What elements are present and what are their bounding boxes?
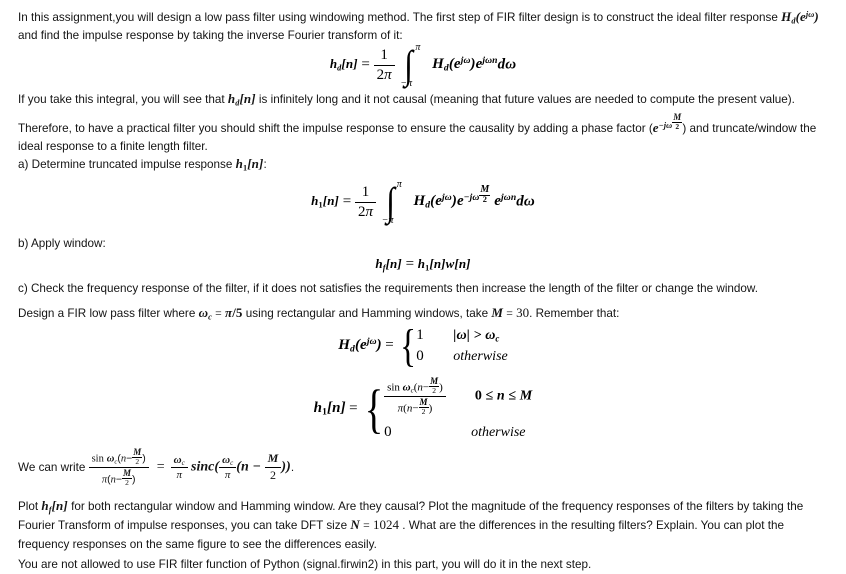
sinc-argument: (n −: [236, 459, 265, 475]
symbol-phase-factor: e−jω M 2: [652, 112, 683, 135]
plot-paragraph: Plot hf[n] for both rectangular window a…: [18, 497, 832, 554]
eq-hd-domega: dω: [497, 56, 517, 73]
eq-h1cases-equals: =: [349, 400, 358, 417]
design-text3: . Remember that:: [529, 307, 620, 320]
intro-text-part2: and find the impulse response by taking …: [18, 29, 403, 43]
part-a-text: a) Determine truncated impulse response: [18, 158, 236, 171]
case-condition-otherwise: otherwise: [471, 424, 526, 440]
eq-h1-fraction: 1 2π: [354, 184, 376, 221]
eq-hf-lhs: hf[n]: [375, 256, 402, 273]
eq-hf-equals: =: [405, 256, 415, 272]
left-brace: {: [400, 320, 417, 372]
case-value-1: 1: [416, 327, 424, 343]
design-equals: =: [215, 307, 222, 320]
case-value-0: 0: [384, 423, 392, 440]
eq-h1cases-brace-group: { sin ωc(n− M 2) π(n− M 2) 0 ≤ n ≤ M 0 other…: [361, 376, 533, 441]
equation-Hd-cases: Hd(ejω) = { 1 |ω| > ωc 0 otherwise: [0, 320, 846, 372]
value-N: 1024: [372, 517, 399, 533]
eq-h1-domega: dω: [516, 193, 535, 210]
intro-paragraph: In this assignment,you will design a low…: [18, 8, 832, 46]
intro-text-part1: In this assignment,you will design a low…: [18, 11, 782, 24]
we-can-write-text: We can write: [18, 460, 89, 474]
part-b-text: b) Apply window:: [18, 237, 106, 250]
sinc-fraction: sin ωc(n− M 2) π(n− M 2): [384, 376, 446, 416]
case-row-2: 0 otherwise: [384, 424, 532, 441]
case-value-0: 0: [416, 348, 424, 364]
equation-hd: hd[n] = 1 2π ∫ π −π Hd(ejω)ejωndω: [0, 42, 846, 89]
eq-hd-equals: =: [361, 56, 370, 73]
eq-hd-integral: ∫ π −π: [400, 42, 421, 89]
integral-upper-limit: π: [396, 179, 402, 190]
case-range-condition: 0 ≤ n ≤ M: [474, 388, 533, 404]
case-condition-1: |ω| > ωc: [453, 328, 500, 344]
case-condition-otherwise: otherwise: [453, 349, 508, 364]
eq-h1-integral: ∫ π −π: [381, 179, 402, 226]
sinc-fraction-lhs: sin ωc(n− M 2) π(n− M 2): [88, 447, 149, 487]
symbol-M: M: [491, 305, 503, 320]
part-b-paragraph: b) Apply window:: [18, 235, 832, 253]
design-equals2: =: [506, 307, 513, 320]
symbol-omega-c: ωc: [198, 305, 212, 322]
we-can-write-period: .: [290, 460, 295, 474]
integral-note-paragraph: If you take this integral, you will see …: [18, 90, 832, 109]
value-cutoff: π/5: [224, 305, 243, 320]
symbol-h1-n: h1[n]: [235, 156, 264, 173]
omega-over-pi: ωc π: [170, 454, 188, 482]
part-a-colon: :: [263, 158, 267, 171]
value-M: 30: [516, 305, 530, 320]
sinc-equals: =: [156, 459, 165, 475]
case-row-2: 0 otherwise: [416, 348, 507, 365]
eq-hd-lhs: hd[n]: [329, 56, 358, 73]
sinc-label: sinc: [191, 459, 215, 475]
integral-lower-limit: −π: [381, 215, 394, 226]
integral-note-text2: is infinitely long and it not causal (me…: [255, 93, 795, 106]
equation-hf: hf[n] = h1[n]w[n]: [0, 256, 846, 273]
integral-lower-limit: −π: [400, 78, 413, 89]
plot-equals: =: [363, 519, 370, 533]
equation-h1-cases: h1[n] = { sin ωc(n− M 2) π(n− M 2) 0 ≤ n ≤ M…: [0, 376, 846, 441]
causality-paragraph: Therefore, to have a practical filter yo…: [18, 112, 832, 157]
M-over-2: M 2: [264, 452, 282, 482]
sin-label: sin: [387, 381, 400, 394]
plot-text1: Plot: [18, 500, 42, 513]
part-a-paragraph: a) Determine truncated impulse response …: [18, 155, 832, 174]
causality-text1: Therefore, to have a practical filter yo…: [18, 121, 653, 135]
eq-hf-rhs: h1[n]w[n]: [417, 256, 471, 273]
eq-hd-integrand: Hd(ejω)ejωn: [432, 55, 498, 75]
eq-h1-integrand: Hd(ejω)e−jω M 2 ejωn: [413, 184, 517, 212]
symbol-hd-n: hd[n]: [227, 91, 256, 108]
eq-h1-lhs: h1[n]: [311, 193, 339, 210]
restriction-text: You are not allowed to use FIR filter fu…: [18, 558, 592, 571]
omega-over-pi-2: ωc π: [219, 454, 237, 482]
integral-note-text1: If you take this integral, you will see …: [18, 93, 228, 106]
we-can-write-paragraph: We can write sin ωc(n− M 2) π(n− M 2) = ωc π…: [18, 447, 832, 487]
sin-label: sin: [91, 453, 104, 465]
part-c-text: c) Check the frequency response of the f…: [18, 282, 758, 295]
assignment-document: In this assignment,you will design a low…: [0, 0, 846, 573]
symbol-Hd-ejw: Hd(ejω): [781, 9, 819, 26]
part-c-paragraph: c) Check the frequency response of the f…: [18, 280, 832, 298]
symbol-N: N: [350, 517, 360, 533]
design-paragraph: Design a FIR low pass filter where ωc = …: [18, 304, 832, 323]
eq-Hdcases-equals: =: [385, 337, 394, 354]
eq-Hdcases-lhs: Hd(ejω): [338, 336, 382, 355]
left-brace: {: [364, 378, 384, 439]
equation-h1: h1[n] = 1 2π ∫ π −π Hd(ejω)e−jω M 2 ejωndω: [0, 179, 846, 226]
case-row-1: sin ωc(n− M 2) π(n− M 2) 0 ≤ n ≤ M: [384, 376, 533, 416]
eq-h1cases-lhs: h1[n]: [313, 400, 346, 419]
integral-upper-limit: π: [415, 42, 421, 53]
design-text2: using rectangular and Hamming windows, t…: [242, 307, 492, 320]
restriction-paragraph: You are not allowed to use FIR filter fu…: [18, 556, 832, 574]
sinc-close-parens: )): [281, 459, 291, 475]
symbol-hf-n: hf[n]: [41, 498, 68, 515]
eq-Hdcases-brace-group: { 1 |ω| > ωc 0 otherwise: [397, 320, 507, 372]
design-text1: Design a FIR low pass filter where: [18, 307, 199, 320]
eq-hd-fraction: 1 2π: [373, 47, 395, 84]
case-row-1: 1 |ω| > ωc: [416, 327, 507, 344]
eq-h1-equals: =: [342, 193, 352, 210]
